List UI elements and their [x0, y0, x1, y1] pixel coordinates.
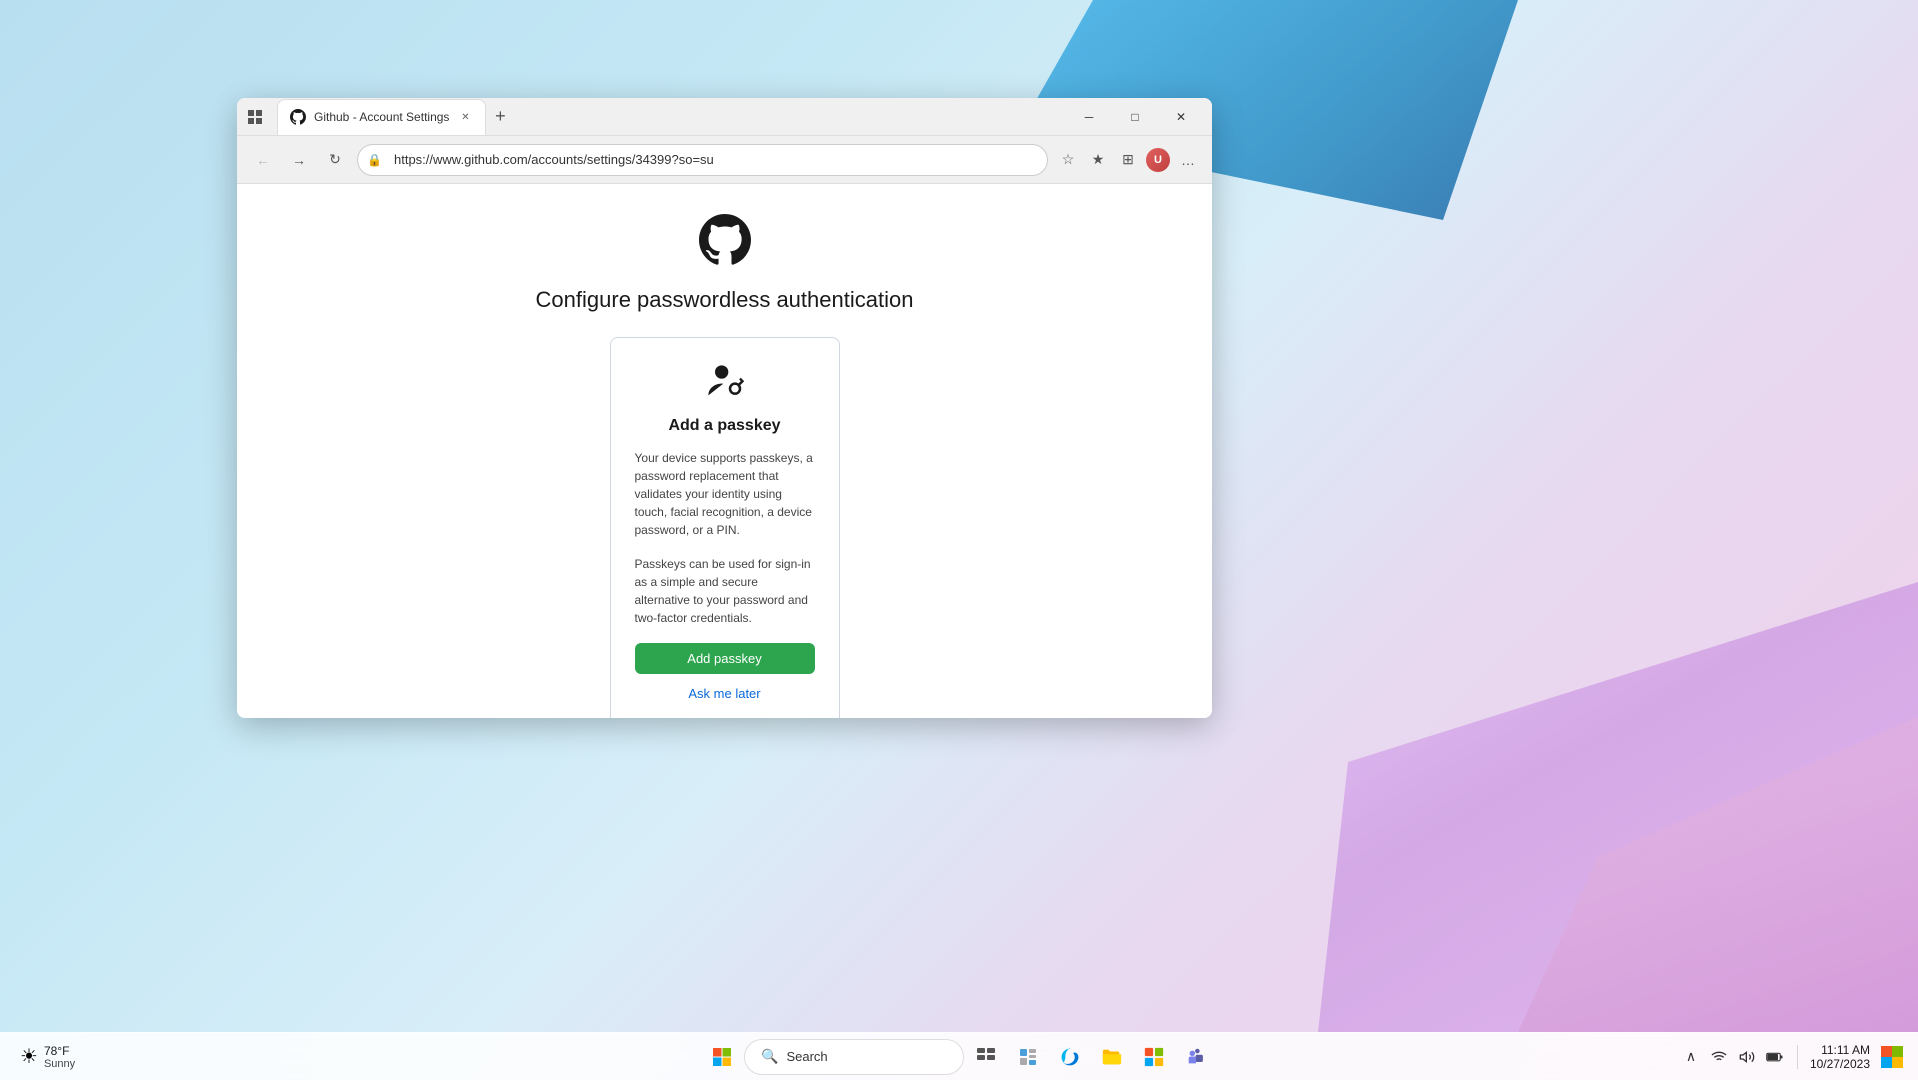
address-bar: ← → ↻ 🔒 https://www.github.com/accounts/… [237, 136, 1212, 184]
clock[interactable]: 11:11 AM 10/27/2023 [1810, 1043, 1870, 1071]
start-button[interactable] [702, 1037, 742, 1077]
tray-icons: ∧ [1681, 1047, 1701, 1067]
add-passkey-button[interactable]: Add passkey [635, 643, 815, 674]
more-button[interactable]: … [1176, 148, 1200, 172]
wifi-icon[interactable] [1709, 1047, 1729, 1067]
tray-divider [1797, 1045, 1798, 1069]
profile-avatar: U [1146, 148, 1170, 172]
passkey-icon [705, 362, 745, 407]
notification-icon[interactable] [1878, 1043, 1906, 1071]
minimize-button[interactable]: ─ [1066, 98, 1112, 136]
weather-info: 78°F Sunny [44, 1044, 75, 1070]
card-description-2: Passkeys can be used for sign-in as a si… [635, 555, 815, 627]
tab-close-button[interactable]: ✕ [457, 109, 473, 125]
task-view-button[interactable] [966, 1037, 1006, 1077]
clock-time: 11:11 AM [1810, 1043, 1870, 1057]
refresh-button[interactable]: ↻ [321, 146, 349, 174]
maximize-button[interactable]: □ [1112, 98, 1158, 136]
lock-icon: 🔒 [367, 153, 382, 167]
forward-button[interactable]: → [285, 146, 313, 174]
teams-button[interactable] [1176, 1037, 1216, 1077]
favorites-icon[interactable]: ★ [1086, 148, 1110, 172]
card-description-1: Your device supports passkeys, a passwor… [635, 449, 815, 539]
profile-icon[interactable]: U [1146, 148, 1170, 172]
title-bar: Github - Account Settings ✕ + ─ □ ✕ [237, 98, 1212, 136]
clock-date: 10/27/2023 [1810, 1057, 1870, 1071]
passkey-card: Add a passkey Your device supports passk… [610, 337, 840, 718]
tray-chevron-icon[interactable]: ∧ [1681, 1047, 1701, 1067]
edge-button[interactable] [1050, 1037, 1090, 1077]
back-button[interactable]: ← [249, 146, 277, 174]
search-bar[interactable]: 🔍 Search [744, 1039, 964, 1075]
weather-desc: Sunny [44, 1058, 75, 1070]
file-explorer-button[interactable] [1092, 1037, 1132, 1077]
url-input[interactable]: https://www.github.com/accounts/settings… [357, 144, 1048, 176]
search-placeholder: Search [786, 1049, 827, 1064]
collections-icon[interactable]: ⊞ [1116, 148, 1140, 172]
new-tab-button[interactable]: + [486, 103, 514, 131]
address-right-icons: ☆ ★ ⊞ U … [1056, 148, 1200, 172]
github-favicon [290, 109, 306, 125]
card-title: Add a passkey [668, 417, 780, 435]
browser-content: Configure passwordless authentication Ad… [237, 184, 1212, 718]
taskbar: ☀ 78°F Sunny 🔍 Search [0, 1032, 1918, 1080]
tab-label: Github - Account Settings [314, 110, 449, 124]
battery-icon[interactable] [1765, 1047, 1785, 1067]
close-button[interactable]: ✕ [1158, 98, 1204, 136]
tab-grid-icon [245, 107, 265, 127]
window-controls: ─ □ ✕ [1066, 98, 1204, 136]
weather-widget[interactable]: ☀ 78°F Sunny [12, 1040, 83, 1074]
tab-bar: Github - Account Settings ✕ + [277, 99, 1058, 135]
star-add-icon[interactable]: ☆ [1056, 148, 1080, 172]
taskbar-right: ∧ 11:11 [1681, 1043, 1906, 1071]
ask-me-later-link[interactable]: Ask me later [688, 686, 760, 701]
browser-window: Github - Account Settings ✕ + ─ □ ✕ ← → … [237, 98, 1212, 718]
address-bar-wrapper[interactable]: 🔒 https://www.github.com/accounts/settin… [357, 144, 1048, 176]
widgets-button[interactable] [1008, 1037, 1048, 1077]
browser-tab-active[interactable]: Github - Account Settings ✕ [277, 99, 486, 135]
weather-temp: 78°F [44, 1044, 75, 1058]
github-logo [699, 214, 751, 271]
taskbar-center: 🔍 Search [702, 1037, 1216, 1077]
search-icon: 🔍 [761, 1048, 778, 1065]
volume-icon[interactable] [1737, 1047, 1757, 1067]
page-title: Configure passwordless authentication [536, 287, 914, 313]
ms-store-button[interactable] [1134, 1037, 1174, 1077]
weather-icon: ☀ [20, 1044, 38, 1069]
